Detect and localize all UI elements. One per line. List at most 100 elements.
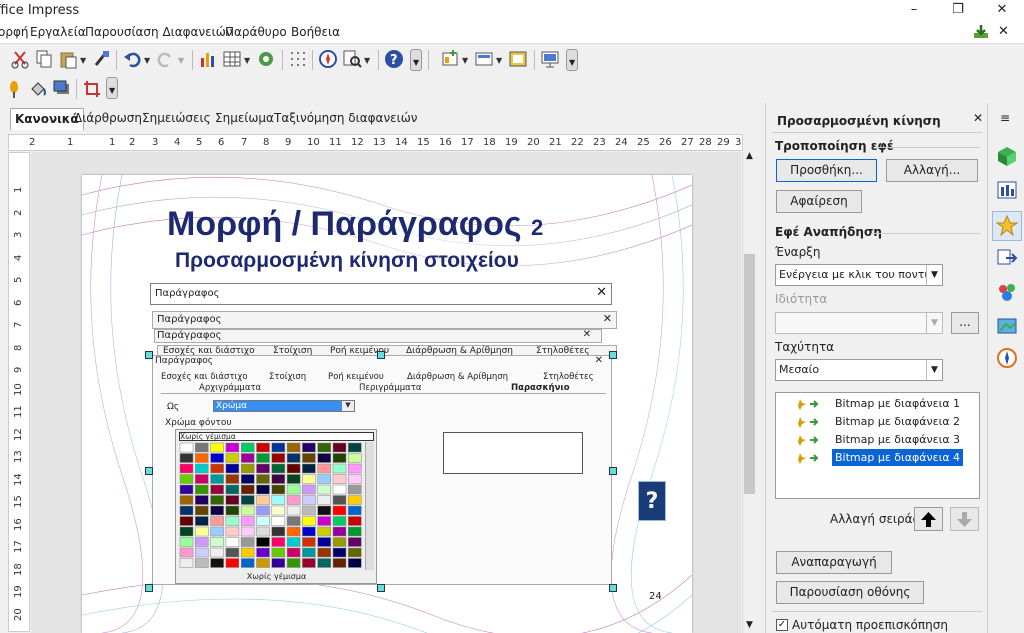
menu-slideshow[interactable]: Παρουσίαση Διαφανειών <box>85 25 232 39</box>
start-presentation-icon[interactable] <box>540 49 560 69</box>
update-icon[interactable] <box>972 24 990 40</box>
scrollbar-thumb[interactable] <box>744 254 755 494</box>
master-slides-icon[interactable] <box>996 315 1018 337</box>
slide-design-icon[interactable] <box>508 49 528 69</box>
palette-swatch <box>302 453 316 463</box>
palette-swatch <box>240 442 255 453</box>
grid-icon[interactable] <box>288 49 308 69</box>
start-select[interactable]: Ενέργεια με κλικ του ποντικιού ▼ <box>775 264 943 286</box>
table-dropdown-icon[interactable]: ▼ <box>244 56 250 65</box>
fill-icon[interactable] <box>28 79 48 99</box>
help-icon[interactable]: ? <box>384 49 404 69</box>
embedded-dialog-title-3: Παράγραφος <box>157 330 222 341</box>
paste-icon[interactable] <box>58 49 78 69</box>
toolbar2-overflow-icon[interactable]: ▼ <box>566 49 578 71</box>
redo-icon[interactable] <box>156 49 176 69</box>
property-select[interactable]: ▼ <box>775 312 943 334</box>
palette-swatch <box>210 453 224 463</box>
gallery-icon[interactable] <box>996 281 1018 303</box>
ruler-tick-label: 1 <box>13 186 24 193</box>
effects-list[interactable]: Bitmap με διαφάνεια 1 Bitmap με διαφάνεια… <box>775 392 980 499</box>
copy-icon[interactable] <box>34 49 54 69</box>
ruler-tick-label: 29 <box>717 137 730 148</box>
new-slide-icon[interactable] <box>440 49 460 69</box>
menu-format[interactable]: ορφή <box>0 25 28 39</box>
close-doc-icon[interactable]: ✕ <box>998 24 1009 39</box>
selection-handle[interactable] <box>609 351 617 359</box>
slide-transition-icon[interactable] <box>996 247 1018 269</box>
selection-handle[interactable] <box>145 584 153 592</box>
add-effect-button[interactable]: Προσθήκη... <box>776 159 877 182</box>
move-up-button[interactable] <box>914 507 943 531</box>
tab-outline[interactable]: Διάρθρωση <box>70 108 146 130</box>
selection-handle[interactable] <box>377 351 385 359</box>
speed-select[interactable]: Μεσαίο ▼ <box>775 359 943 381</box>
close-icon[interactable]: ✕ <box>980 0 1024 22</box>
selection-handle[interactable] <box>609 467 617 475</box>
ruler-tick-label: 22 <box>571 137 584 148</box>
navigator-icon[interactable] <box>318 49 338 69</box>
undo-dropdown-icon[interactable]: ▼ <box>144 56 150 65</box>
layout-dropdown-icon[interactable]: ▼ <box>496 56 502 65</box>
cut-icon[interactable] <box>10 49 30 69</box>
property-more-button[interactable]: ... <box>951 312 979 334</box>
tab-slide-sorter[interactable]: Ταξινόμηση διαφανειών <box>270 108 421 130</box>
effect-list-item[interactable]: Bitmap με διαφάνεια 1 <box>776 395 976 412</box>
minimize-icon[interactable]: – <box>892 0 936 22</box>
change-effect-button[interactable]: Αλλαγή... <box>886 159 978 182</box>
shadow-icon[interactable] <box>52 79 72 99</box>
custom-animation-icon[interactable] <box>992 211 1022 241</box>
table-icon[interactable] <box>222 49 242 69</box>
panel-close-icon[interactable]: ✕ <box>973 111 983 125</box>
clone-formatting-icon[interactable] <box>92 49 112 69</box>
selection-handle[interactable] <box>145 467 153 475</box>
slide-layout-icon[interactable] <box>474 49 494 69</box>
chart-icon[interactable] <box>198 49 218 69</box>
zoom-dropdown-icon[interactable]: ▼ <box>364 56 370 65</box>
ruler-tick-label: 2 <box>129 137 136 148</box>
tab-notes[interactable]: Σημειώσεις <box>138 108 215 130</box>
menu-help[interactable]: Βοήθεια <box>291 25 340 39</box>
scroll-up-icon[interactable]: ▲ <box>746 151 753 161</box>
properties-icon[interactable] <box>996 145 1018 167</box>
redo-dropdown-icon[interactable]: ▼ <box>178 56 184 65</box>
pin-icon[interactable] <box>4 79 24 99</box>
slide-layouts-icon[interactable] <box>996 179 1018 201</box>
remove-effect-button[interactable]: Αφαίρεση <box>776 190 862 213</box>
ruler-tick-label: 17 <box>461 137 474 148</box>
image-icon[interactable] <box>256 49 276 69</box>
menu-window[interactable]: Παράθυρο <box>225 25 287 39</box>
crop-icon[interactable] <box>82 79 102 99</box>
vertical-ruler[interactable]: 1 2 3 4 5 6 7 8 9 10 11 12 13 14 15 16 17 18 19 20 <box>8 152 30 632</box>
ruler-tick-label: 19 <box>13 585 24 598</box>
effect-bounce-icon <box>779 431 819 446</box>
play-button[interactable]: Αναπαραγωγή <box>776 551 892 574</box>
slide-title[interactable]: Μορφή / Παράγραφος 2 <box>167 205 543 244</box>
selection-handle[interactable] <box>609 584 617 592</box>
horizontal-ruler[interactable]: 2 1 1 2 3 4 5 6 7 8 9 10 11 12 13 14 15 16 17 18 19 20 21 22 23 2… <box>8 134 743 151</box>
autopreview-checkbox[interactable]: ✓ <box>776 619 788 631</box>
scroll-down-icon[interactable]: ▼ <box>746 620 753 630</box>
slide-subtitle[interactable]: Προσαρμοσμένη κίνηση στοιχείου <box>175 249 519 273</box>
toolbar-overflow-icon[interactable]: ▼ <box>410 49 422 71</box>
effect-list-item[interactable]: Bitmap με διαφάνεια 2 <box>776 413 976 430</box>
slide[interactable]: Μορφή / Παράγραφος 2 Προσαρμοσμένη κίνησ… <box>82 175 692 633</box>
tab-handout[interactable]: Σημείωμα <box>211 108 278 130</box>
selection-handle[interactable] <box>377 584 385 592</box>
effect-list-item[interactable]: Bitmap με διαφάνεια 4 <box>776 449 976 466</box>
undo-icon[interactable] <box>122 49 142 69</box>
effect-list-item[interactable]: Bitmap με διαφάνεια 3 <box>776 431 976 448</box>
palette-swatch <box>179 495 194 505</box>
maximize-icon[interactable]: ❐ <box>936 0 980 22</box>
menu-tools[interactable]: Εργαλεία <box>30 25 86 39</box>
toolbar3-overflow-icon[interactable]: ▼ <box>106 77 118 99</box>
slideshow-button[interactable]: Παρουσίαση οθόνης <box>776 581 924 604</box>
palette-swatch <box>317 453 331 463</box>
new-slide-dropdown-icon[interactable]: ▼ <box>462 56 468 65</box>
zoom-icon[interactable] <box>342 49 362 69</box>
paste-dropdown-icon[interactable]: ▼ <box>80 56 86 65</box>
sidebar-menu-icon[interactable]: ≡ <box>1000 111 1010 125</box>
selection-handle[interactable] <box>145 351 153 359</box>
move-down-button[interactable] <box>950 507 979 531</box>
navigator-sidebar-icon[interactable] <box>996 347 1018 369</box>
